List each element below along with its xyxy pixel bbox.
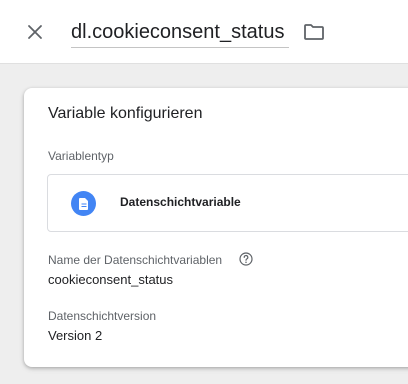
variable-name-input[interactable]	[71, 18, 289, 48]
close-icon	[28, 25, 42, 39]
variable-type-label: Variablentyp	[48, 149, 114, 163]
datalayer-name-value: cookieconsent_status	[48, 272, 174, 287]
datalayer-version-value: Version 2	[48, 328, 103, 343]
variable-type-name: Datenschichtvariable	[120, 195, 241, 209]
variable-config-card: Variable konfigurieren Variablentyp Date…	[24, 88, 408, 367]
datalayer-version-label: Datenschichtversion	[48, 309, 157, 323]
folder-button[interactable]	[300, 18, 328, 46]
close-button[interactable]	[20, 17, 50, 47]
folder-icon	[304, 24, 324, 40]
datalayer-name-label: Name der Datenschichtvariablen	[48, 253, 223, 267]
top-bar	[0, 0, 408, 64]
variable-type-selector[interactable]: Datenschichtvariable	[47, 174, 408, 232]
help-icon[interactable]	[239, 252, 253, 266]
card-title: Variable konfigurieren	[48, 105, 203, 122]
document-icon	[71, 191, 96, 216]
